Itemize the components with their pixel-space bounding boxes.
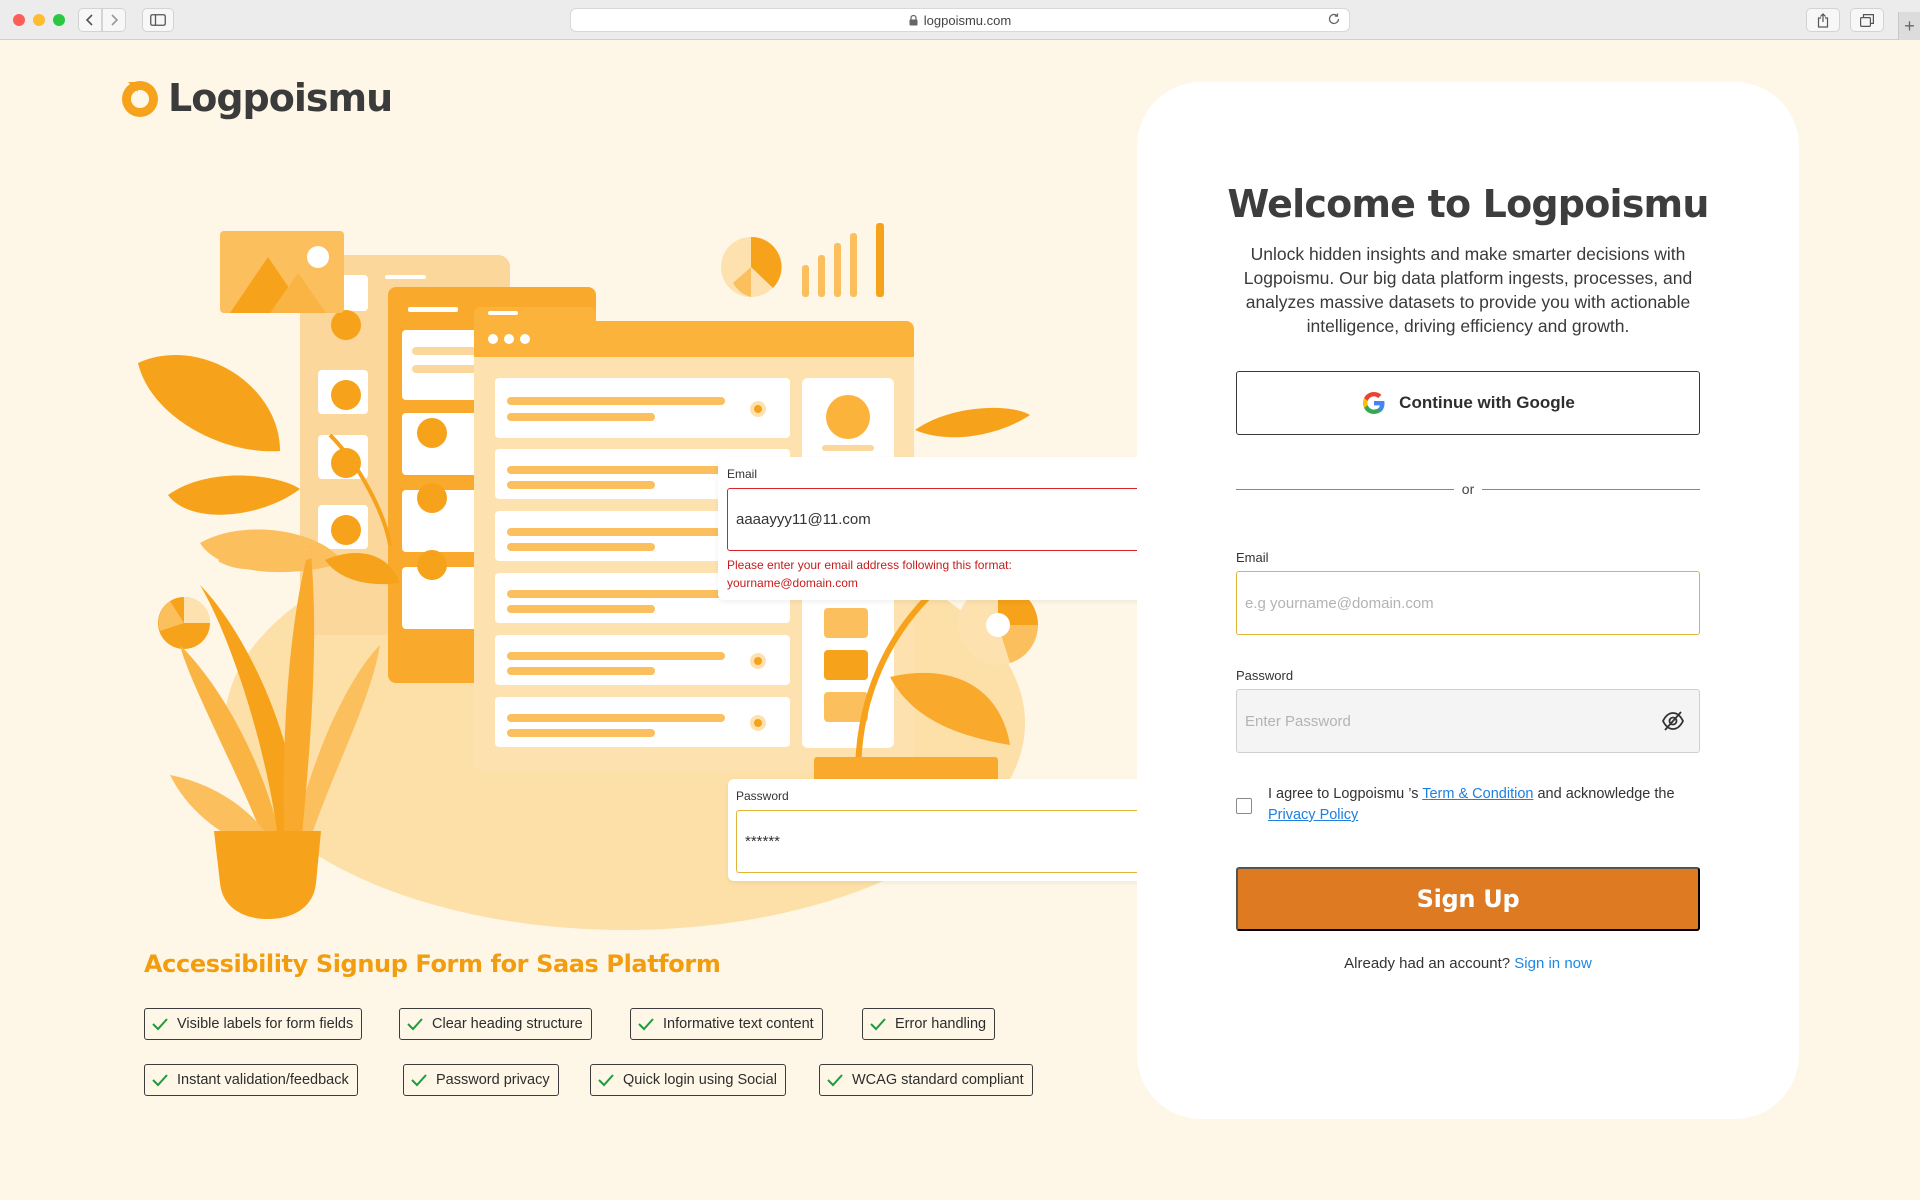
check-icon bbox=[870, 1018, 886, 1031]
feature-chip: Clear heading structure bbox=[399, 1008, 592, 1040]
terms-link[interactable]: Term & Condition bbox=[1422, 786, 1533, 802]
address-bar[interactable]: logpoismu.com bbox=[570, 8, 1350, 32]
chevron-right-icon bbox=[111, 14, 119, 26]
reload-icon[interactable] bbox=[1327, 12, 1341, 26]
sample-email-error: Please enter your email address followin… bbox=[727, 558, 1012, 590]
sample-password-input: ****** bbox=[736, 810, 1185, 873]
brand-name: Logpoismu bbox=[168, 76, 393, 120]
share-icon bbox=[1817, 12, 1829, 28]
check-icon bbox=[827, 1074, 843, 1087]
browser-toolbar: logpoismu.com + bbox=[0, 0, 1920, 40]
email-field-wrapper bbox=[1236, 571, 1700, 635]
terms-checkbox[interactable] bbox=[1236, 798, 1252, 814]
privacy-policy-link[interactable]: Privacy Policy bbox=[1268, 807, 1358, 823]
sample-email-label: Email bbox=[727, 467, 758, 481]
chevron-left-icon bbox=[85, 14, 93, 26]
divider-line bbox=[1236, 488, 1454, 490]
feature-chip: Error handling bbox=[862, 1008, 996, 1040]
signup-card: Welcome to Logpoismu Unlock hidden insig… bbox=[1137, 82, 1799, 1119]
check-icon bbox=[152, 1018, 168, 1031]
logo-icon bbox=[122, 81, 158, 117]
minimize-window-button[interactable] bbox=[33, 14, 45, 26]
brand-logo[interactable]: Logpoismu bbox=[118, 76, 393, 120]
email-field[interactable] bbox=[1245, 572, 1699, 634]
signin-prompt: Already had an account? bbox=[1344, 955, 1511, 972]
forward-button[interactable] bbox=[102, 8, 126, 32]
eye-off-icon[interactable] bbox=[1661, 710, 1685, 732]
sidebar-icon bbox=[150, 14, 166, 26]
or-divider: or bbox=[1236, 481, 1701, 497]
sidebar-toggle-button[interactable] bbox=[142, 8, 174, 32]
sample-password-card: Password ****** bbox=[728, 779, 1193, 881]
check-icon bbox=[152, 1074, 168, 1087]
url-text: logpoismu.com bbox=[923, 12, 1012, 28]
check-icon bbox=[598, 1074, 614, 1087]
email-label: Email bbox=[1236, 550, 1269, 565]
feature-chip: Visible labels for form fields bbox=[144, 1008, 363, 1040]
sample-email-input: aaaayyy11@11.com bbox=[727, 488, 1175, 551]
sample-email-card: Email aaaayyy11@11.com Please enter your… bbox=[718, 457, 1184, 600]
divider-line bbox=[1482, 488, 1701, 490]
feature-chip: Informative text content bbox=[630, 1008, 823, 1040]
signin-prompt-row: Already had an account? Sign in now bbox=[1137, 955, 1799, 972]
new-tab-button[interactable]: + bbox=[1898, 12, 1920, 40]
feature-chip: WCAG standard compliant bbox=[819, 1064, 1033, 1096]
lock-icon bbox=[909, 14, 918, 25]
sample-password-value: ****** bbox=[745, 833, 781, 850]
sign-up-button[interactable]: Sign Up bbox=[1236, 867, 1700, 931]
google-icon bbox=[1363, 392, 1385, 414]
feature-chip: Quick login using Social bbox=[590, 1064, 786, 1096]
back-button[interactable] bbox=[78, 8, 102, 32]
feature-chip: Password privacy bbox=[403, 1064, 559, 1096]
google-button-label: Continue with Google bbox=[1399, 393, 1575, 412]
page-description: Unlock hidden insights and make smarter … bbox=[1243, 244, 1693, 336]
plus-icon: + bbox=[1904, 15, 1915, 36]
share-button[interactable] bbox=[1806, 8, 1840, 32]
terms-text: I agree to Logpoismu ’s Term & Condition… bbox=[1268, 786, 1675, 823]
tabs-overview-button[interactable] bbox=[1850, 8, 1884, 32]
password-field[interactable] bbox=[1245, 690, 1699, 752]
features-heading: Accessibility Signup Form for Saas Platf… bbox=[144, 950, 721, 978]
password-field-wrapper bbox=[1236, 689, 1700, 753]
tabs-icon bbox=[1860, 13, 1874, 27]
sign-in-link[interactable]: Sign in now bbox=[1514, 955, 1592, 972]
close-window-button[interactable] bbox=[13, 14, 25, 26]
feature-chip: Instant validation/feedback bbox=[144, 1064, 358, 1096]
check-icon bbox=[638, 1018, 654, 1031]
continue-with-google-button[interactable]: Continue with Google bbox=[1236, 371, 1700, 435]
check-icon bbox=[407, 1018, 423, 1031]
zoom-window-button[interactable] bbox=[53, 14, 65, 26]
page-title: Welcome to Logpoismu bbox=[1227, 182, 1709, 226]
sample-password-label: Password bbox=[736, 789, 789, 803]
check-icon bbox=[411, 1074, 427, 1087]
or-label: or bbox=[1461, 481, 1475, 497]
password-label: Password bbox=[1236, 668, 1294, 683]
